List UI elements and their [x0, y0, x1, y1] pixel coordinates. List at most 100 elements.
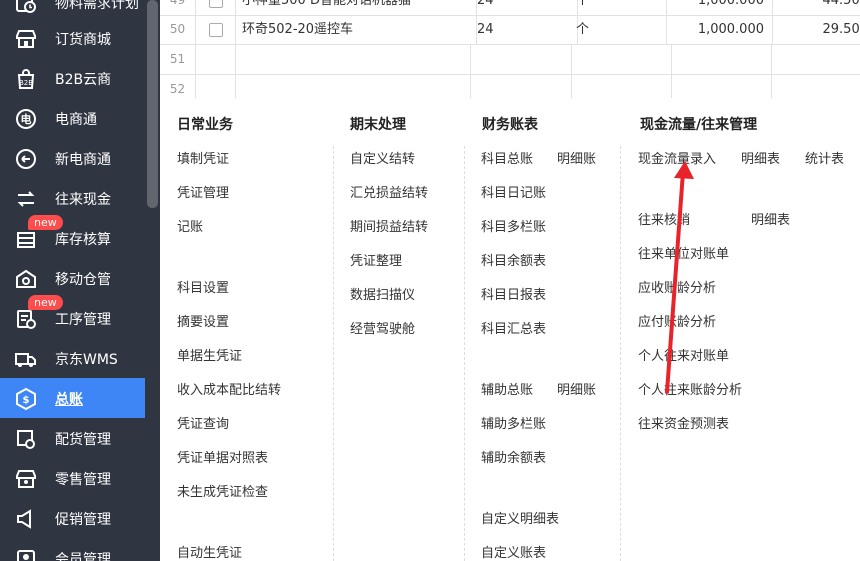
- menu-item-account-daily-report[interactable]: 科目日报表: [481, 284, 546, 303]
- menu-item-auxiliary-detail-ledger[interactable]: 明细账: [557, 379, 596, 398]
- menu-item-exchange-gain-loss[interactable]: 汇兑损益结转: [350, 182, 428, 201]
- unit: 个: [572, 0, 667, 15]
- menu-item-auto-voucher[interactable]: 自动生凭证: [177, 542, 242, 561]
- menu-item-payable-aging[interactable]: 应付账龄分析: [638, 311, 716, 330]
- sidebar-item-label: 物料需求计划: [55, 0, 139, 12]
- menu-item-business-cockpit[interactable]: 经营驾驶舱: [350, 318, 415, 337]
- sidebar-item-jd-wms[interactable]: 京东WMS: [0, 338, 145, 378]
- column-divider: [620, 146, 621, 561]
- sidebar-item-process[interactable]: 工序管理 new: [0, 295, 145, 338]
- menu-item-data-scanner[interactable]: 数据扫描仪: [350, 284, 415, 303]
- sidebar-item-label: 会员管理: [55, 552, 111, 561]
- empty-cell: [196, 45, 236, 74]
- menu-item-custom-carryover[interactable]: 自定义结转: [350, 148, 415, 167]
- empty-cell: [471, 45, 572, 74]
- row-checkbox[interactable]: [209, 23, 223, 37]
- menu-item-account-summary[interactable]: 科目汇总表: [481, 318, 546, 337]
- table-row[interactable]: 52: [160, 75, 860, 98]
- row-checkbox[interactable]: [209, 0, 223, 8]
- price: 1,000.000: [672, 0, 773, 15]
- menu-item-voucher-document-comparison[interactable]: 凭证单据对照表: [177, 447, 268, 466]
- sidebar-item-promotion[interactable]: 促销管理: [0, 498, 145, 538]
- menu-item-account-journal[interactable]: 科目日记账: [481, 182, 546, 201]
- sidebar-item-label: 工序管理: [55, 312, 111, 328]
- row-number: 49: [160, 0, 196, 15]
- sidebar-item-label: 订货商城: [55, 32, 111, 48]
- column-title-cashflow: 现金流量/往来管理: [640, 117, 758, 133]
- sidebar-item-inventory[interactable]: 库存核算 new: [0, 215, 145, 258]
- sidebar-item-e-commerce[interactable]: 电 电商通: [0, 98, 145, 138]
- sidebar-item-label: 库存核算: [55, 232, 111, 248]
- table-row[interactable]: 49 小神童500 D智能对话机器猫 24 个 1,000.000 44.500: [160, 0, 860, 16]
- distribution-icon: [14, 427, 38, 451]
- menu-item-period-profit-loss[interactable]: 期间损益结转: [350, 216, 428, 235]
- menu-item-contact-writeoff[interactable]: 往来核销: [638, 209, 690, 228]
- menu-item-document-to-voucher[interactable]: 单据生凭证: [177, 345, 242, 364]
- menu-item-receivable-aging[interactable]: 应收账龄分析: [638, 277, 716, 296]
- empty-cell: [672, 75, 772, 98]
- sidebar-item-member[interactable]: 会员管理: [0, 538, 145, 561]
- menu-item-cashflow-entry[interactable]: 现金流量录入: [638, 148, 716, 167]
- menu-item-detail-ledger[interactable]: 明细账: [557, 148, 596, 167]
- menu-item-revenue-cost-matching[interactable]: 收入成本配比结转: [177, 379, 281, 398]
- row-number: 51: [160, 45, 196, 74]
- menu-item-personal-aging[interactable]: 个人往来账龄分析: [638, 379, 742, 398]
- empty-cell: [572, 75, 672, 98]
- menu-item-ungenerated-voucher-check[interactable]: 未生成凭证检查: [177, 481, 268, 500]
- sidebar-item-label: 总账: [55, 392, 83, 408]
- sidebar-item-mobile-warehouse[interactable]: 移动仓管: [0, 258, 145, 298]
- menu-item-custom-report[interactable]: 自定义账表: [481, 542, 546, 561]
- sidebar-item-general-ledger[interactable]: $ 总账: [0, 378, 145, 418]
- menu-item-voucher-sorting[interactable]: 凭证整理: [350, 250, 402, 269]
- row-checkbox-cell[interactable]: [196, 15, 236, 44]
- sidebar-item-label: 配货管理: [55, 432, 111, 448]
- process-icon: [14, 307, 38, 331]
- transfer-icon: [14, 187, 38, 211]
- menu-item-account-multi-column[interactable]: 科目多栏账: [481, 216, 546, 235]
- menu-item-contact-statement[interactable]: 往来单位对账单: [638, 243, 729, 262]
- sidebar: 物料需求计划 订货商城 B2B B2B云商 电 电商通 新电商通 往来现金 库存…: [0, 0, 160, 561]
- sidebar-item-label: 促销管理: [55, 512, 111, 528]
- menu-item-account-balance[interactable]: 科目余额表: [481, 250, 546, 269]
- sidebar-item-label: 京东WMS: [55, 352, 118, 368]
- row-number: 50: [160, 15, 196, 44]
- menu-item-personal-statement[interactable]: 个人往来对账单: [638, 345, 729, 364]
- inventory-icon: [14, 227, 38, 251]
- menu-item-cashflow-detail[interactable]: 明细表: [741, 148, 780, 167]
- sidebar-item-b2b[interactable]: B2B B2B云商: [0, 58, 145, 98]
- sidebar-item-retail[interactable]: 零售管理: [0, 458, 145, 498]
- menu-item-account-general-ledger[interactable]: 科目总账: [481, 148, 533, 167]
- store-icon: [14, 27, 38, 51]
- menu-item-auxiliary-multi-column[interactable]: 辅助多栏账: [481, 413, 546, 432]
- table-row[interactable]: 51: [160, 45, 860, 75]
- menu-item-cashflow-statistics[interactable]: 统计表: [805, 148, 844, 167]
- menu-item-auxiliary-general-ledger[interactable]: 辅助总账: [481, 379, 533, 398]
- menu-item-fill-voucher[interactable]: 填制凭证: [177, 148, 229, 167]
- menu-item-summary-settings[interactable]: 摘要设置: [177, 311, 229, 330]
- column-title-financial-reports: 财务账表: [482, 117, 538, 133]
- sidebar-scroll-thumb[interactable]: [147, 0, 158, 208]
- row-number: 52: [160, 75, 196, 98]
- product-name: 环奇502-20遥控车: [236, 15, 477, 44]
- menu-item-account-settings[interactable]: 科目设置: [177, 277, 229, 296]
- menu-item-fund-forecast[interactable]: 往来资金预测表: [638, 413, 729, 432]
- menu-item-writeoff-detail[interactable]: 明细表: [751, 209, 790, 228]
- table-row[interactable]: 50 环奇502-20遥控车 24 个 1,000.000 29.500: [160, 15, 860, 45]
- quantity: 24: [471, 15, 578, 44]
- svg-text:B2B: B2B: [19, 79, 33, 87]
- menu-item-voucher-management[interactable]: 凭证管理: [177, 182, 229, 201]
- new-badge: new: [28, 295, 63, 310]
- sidebar-item-new-e-commerce[interactable]: 新电商通: [0, 138, 145, 178]
- sidebar-item-label: 电商通: [55, 112, 97, 128]
- bag-icon: B2B: [14, 67, 38, 91]
- menu-item-voucher-query[interactable]: 凭证查询: [177, 413, 229, 432]
- sidebar-item-distribution[interactable]: 配货管理: [0, 418, 145, 458]
- sidebar-item-cash[interactable]: 往来现金: [0, 178, 145, 218]
- promotion-icon: [14, 507, 38, 531]
- menu-item-posting[interactable]: 记账: [177, 216, 203, 235]
- row-checkbox-cell[interactable]: [196, 0, 236, 15]
- menu-item-auxiliary-balance[interactable]: 辅助余额表: [481, 447, 546, 466]
- empty-cell: [672, 45, 772, 74]
- sidebar-item-order-mall[interactable]: 订货商城: [0, 18, 145, 58]
- menu-item-custom-detail[interactable]: 自定义明细表: [481, 508, 559, 527]
